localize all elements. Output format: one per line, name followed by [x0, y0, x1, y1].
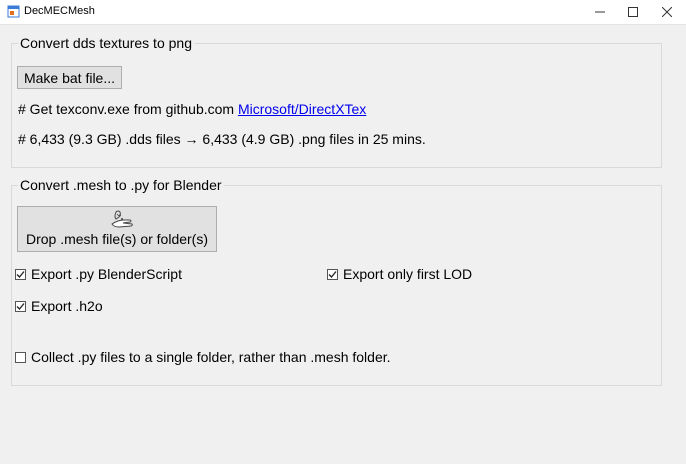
export-first-lod-checkbox[interactable]: Export only first LOD	[327, 266, 472, 282]
export-h2o-checkbox[interactable]: Export .h2o	[15, 298, 103, 314]
drop-mesh-label: Drop .mesh file(s) or folder(s)	[25, 231, 209, 247]
close-icon	[662, 7, 672, 17]
texconv-line: # Get texconv.exe from github.com Micros…	[18, 101, 366, 117]
collect-single-folder-checkbox[interactable]: Collect .py files to a single folder, ra…	[15, 349, 391, 365]
app-icon	[7, 5, 20, 18]
window-title: DecMECMesh	[24, 5, 95, 17]
maximize-icon	[628, 7, 638, 17]
export-first-lod-label: Export only first LOD	[343, 266, 473, 282]
export-h2o-check-box[interactable]	[15, 300, 26, 312]
close-button[interactable]	[650, 0, 684, 24]
drop-hand-icon	[111, 210, 133, 228]
checkmark-icon	[328, 270, 337, 278]
checkmark-icon	[16, 302, 25, 310]
make-bat-button[interactable]: Make bat file...	[17, 66, 122, 89]
drop-mesh-button[interactable]: Drop .mesh file(s) or folder(s)	[17, 206, 217, 252]
checkmark-icon	[16, 270, 25, 278]
dds-group-title: Convert dds textures to png	[18, 35, 194, 51]
directxtex-link[interactable]: Microsoft/DirectXTex	[238, 101, 366, 117]
export-py-label: Export .py BlenderScript	[31, 266, 182, 282]
title-bar[interactable]: DecMECMesh	[0, 0, 686, 25]
mesh-group-title: Convert .mesh to .py for Blender	[18, 177, 224, 193]
export-py-checkbox[interactable]: Export .py BlenderScript	[15, 266, 182, 282]
export-first-lod-check-box[interactable]	[327, 268, 338, 280]
dds-stats-text: # 6,433 (9.3 GB) .dds files → 6,433 (4.9…	[18, 131, 426, 147]
export-py-check-box[interactable]	[15, 268, 26, 280]
collect-single-folder-label: Collect .py files to a single folder, ra…	[31, 349, 391, 365]
minimize-icon	[595, 11, 605, 13]
texconv-text: # Get texconv.exe from github.com	[18, 101, 238, 117]
minimize-button[interactable]	[583, 0, 617, 24]
export-h2o-label: Export .h2o	[31, 298, 103, 314]
maximize-button[interactable]	[616, 0, 650, 24]
collect-single-folder-check-box[interactable]	[15, 351, 26, 363]
